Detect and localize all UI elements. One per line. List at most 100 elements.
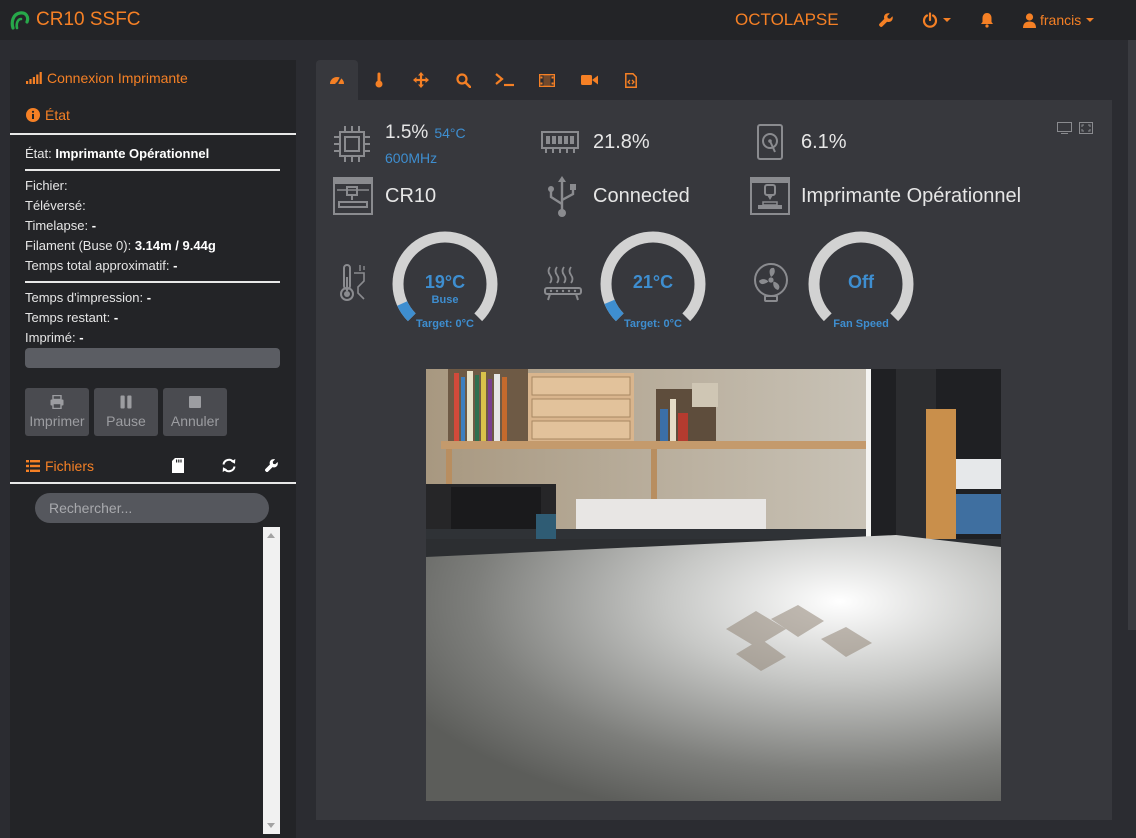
file-label: Fichier: [25, 178, 68, 193]
bed-target: Target: 0°C [624, 318, 682, 330]
top-navbar: CR10 SSFC OCTOLAPSE francis [0, 0, 1136, 40]
tab-dashboard[interactable] [316, 60, 358, 100]
tab-gcode-viewer[interactable] [610, 60, 652, 100]
total-time-label: Temps total approximatif: [25, 258, 170, 273]
tab-temperature[interactable] [358, 60, 400, 100]
hotend-target: Target: 0°C [416, 318, 474, 330]
files-panel-title: Fichiers [45, 458, 95, 474]
printed-label: Imprimé: [25, 330, 76, 345]
scroll-down-arrow-icon[interactable] [267, 823, 275, 828]
divider [25, 281, 280, 283]
sidebar: Connexion Imprimante État État: Impriman… [10, 60, 296, 838]
list-icon [26, 460, 40, 472]
printed-value: - [79, 330, 84, 345]
user-icon [1023, 12, 1036, 28]
pause-button[interactable]: Pause [94, 388, 158, 436]
total-time-value: - [173, 258, 178, 273]
info-circle-icon [26, 108, 40, 122]
state-panel-title: État [45, 107, 70, 123]
state-panel-header[interactable]: État [26, 107, 70, 123]
file-list-scrollbar[interactable] [263, 527, 280, 834]
print-time-label: Temps d'impression: [25, 290, 144, 305]
uploaded-label: Téléversé: [25, 198, 86, 213]
octoprint-logo-icon [10, 10, 30, 30]
filament-label: Filament (Buse 0): [25, 238, 132, 253]
page-scrollbar[interactable] [1128, 40, 1136, 630]
filament-value: 3.14m / 9.44g [134, 238, 216, 253]
chevron-down-icon [943, 18, 951, 22]
refresh-icon [221, 458, 237, 473]
thermometer-icon [375, 72, 383, 88]
connection-panel-title: Connexion Imprimante [47, 70, 188, 86]
wrench-icon [264, 458, 279, 473]
octolapse-link[interactable]: OCTOLAPSE [735, 10, 839, 30]
filament-row: Filament (Buse 0): 3.14m / 9.44g [25, 238, 216, 253]
move-icon [413, 72, 429, 88]
power-icon [922, 12, 938, 28]
scroll-up-arrow-icon[interactable] [267, 533, 275, 538]
sd-card-button[interactable] [172, 458, 184, 473]
hotend-label: Buse [431, 294, 459, 306]
wrench-icon [878, 12, 894, 28]
tab-search[interactable] [442, 60, 484, 100]
video-camera-icon [580, 74, 598, 86]
file-code-icon [625, 72, 637, 88]
state-label: État: [25, 146, 52, 161]
total-time-row: Temps total approximatif: - [25, 258, 177, 273]
file-search-input[interactable] [35, 493, 269, 523]
dashboard-panel: 1.5% 54°C 600MHz 21.8% 6.1% CR10 Connect… [316, 100, 1112, 820]
divider [10, 133, 296, 135]
file-settings-button[interactable] [264, 458, 279, 473]
tab-octolapse[interactable] [568, 60, 610, 100]
timelapse-value: - [91, 218, 97, 233]
fan-speed-label: Fan Speed [833, 318, 889, 330]
print-button[interactable]: Imprimer [25, 388, 89, 436]
main-tabs [316, 60, 652, 100]
terminal-icon [495, 73, 515, 87]
username: francis [1040, 12, 1082, 28]
signal-icon [26, 72, 42, 84]
webcam-stream [426, 369, 1001, 801]
user-menu-button[interactable]: francis [1023, 11, 1095, 29]
tab-timelapse[interactable] [526, 60, 568, 100]
film-icon [539, 73, 555, 87]
webcam-image [426, 369, 1001, 801]
fan-speed-value: Off [848, 272, 874, 292]
divider [25, 169, 280, 171]
hotend-temp: 19°C [424, 272, 466, 292]
brand-link[interactable]: CR10 SSFC [10, 8, 141, 32]
refresh-files-button[interactable] [221, 458, 237, 473]
stop-icon [188, 395, 202, 413]
printer-icon [50, 395, 64, 413]
printed-row: Imprimé: - [25, 330, 84, 345]
connection-panel-header[interactable]: Connexion Imprimante [26, 70, 188, 86]
remaining-label: Temps restant: [25, 310, 111, 325]
search-icon [455, 72, 471, 88]
cancel-button[interactable]: Annuler [163, 388, 227, 436]
bell-icon [980, 12, 994, 28]
remaining-row: Temps restant: - [25, 310, 118, 325]
system-menu-button[interactable] [922, 11, 951, 29]
cancel-button-label: Annuler [170, 413, 220, 429]
files-panel-header[interactable]: Fichiers [26, 458, 94, 474]
timelapse-row: Timelapse: - [25, 218, 96, 233]
bed-temp: 21°C [632, 272, 674, 292]
tab-terminal[interactable] [484, 60, 526, 100]
chevron-down-icon [1086, 18, 1095, 22]
remaining-value: - [113, 310, 119, 325]
timelapse-label: Timelapse: [25, 218, 89, 233]
settings-button[interactable] [878, 11, 894, 29]
tab-control[interactable] [400, 60, 442, 100]
print-progress-bar [25, 348, 280, 368]
dashboard-icon [329, 73, 345, 87]
file-list[interactable] [10, 527, 296, 838]
pause-button-label: Pause [106, 413, 146, 429]
state-value: Imprimante Opérationnel [55, 146, 210, 161]
print-button-label: Imprimer [29, 413, 85, 429]
print-time-value: - [146, 290, 152, 305]
brand-title: CR10 SSFC [36, 9, 141, 30]
sd-card-icon [172, 458, 184, 473]
notifications-button[interactable] [980, 11, 994, 29]
divider [10, 482, 296, 484]
pause-icon [119, 395, 133, 413]
